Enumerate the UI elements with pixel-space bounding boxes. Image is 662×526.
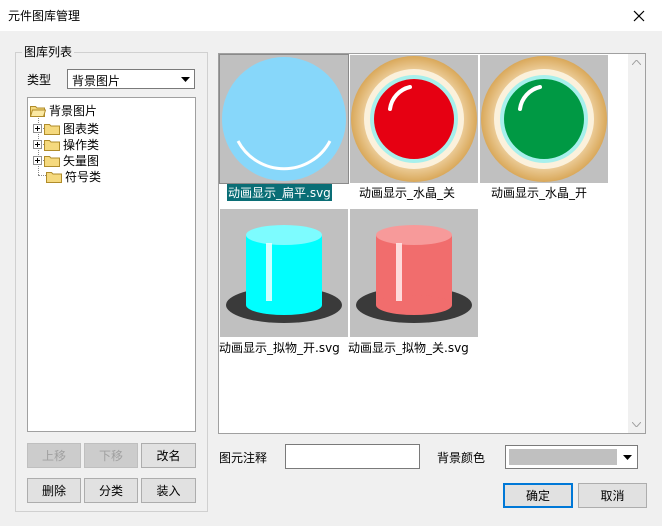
gallery-item-caption: 动画显示_拟物_关.svg	[348, 341, 469, 355]
tree-item-label: 符号类	[65, 169, 102, 184]
gallery-item-crystal-red[interactable]	[350, 55, 478, 183]
gallery-item-caption: 动画显示_扁平.svg	[227, 184, 332, 201]
categorize-button[interactable]: 分类	[84, 478, 138, 503]
expand-icon[interactable]	[33, 139, 42, 149]
gallery-item-crystal-green[interactable]	[480, 55, 608, 183]
bg-color-label: 背景颜色	[437, 451, 486, 465]
rename-button[interactable]: 改名	[141, 443, 196, 468]
gallery-scrollbar[interactable]	[628, 54, 645, 433]
scroll-up-icon[interactable]	[628, 54, 645, 71]
expand-icon[interactable]	[33, 155, 42, 165]
tree-item-label: 图表类	[63, 121, 100, 136]
tree-item-symbols[interactable]: 符号类	[46, 168, 101, 184]
bg-color-swatch	[509, 449, 617, 465]
gallery-item-caption: 动画显示_水晶_开	[491, 186, 588, 200]
folder-icon	[44, 155, 60, 167]
library-group-title: 图库列表	[22, 43, 75, 60]
gallery-item-caption: 动画显示_拟物_开.svg	[219, 341, 340, 355]
close-icon	[633, 10, 645, 21]
folder-icon	[44, 123, 60, 135]
delete-button[interactable]: 删除	[27, 478, 81, 503]
type-label: 类型	[27, 73, 52, 87]
cylinder-cyan-light-icon	[220, 209, 348, 337]
note-input[interactable]	[285, 444, 420, 469]
move-up-button[interactable]: 上移	[27, 443, 81, 468]
tree-item-root[interactable]: 背景图片	[30, 102, 97, 118]
crystal-red-indicator-icon	[350, 55, 478, 183]
title-bar: 元件图库管理	[0, 0, 662, 31]
tree-item-label: 背景图片	[49, 103, 98, 118]
tree-item-operations[interactable]: 操作类	[33, 136, 99, 152]
close-button[interactable]	[616, 0, 662, 31]
tree-item-label: 矢量图	[63, 153, 100, 168]
load-button[interactable]: 装入	[141, 478, 196, 503]
cylinder-red-light-icon	[350, 209, 478, 337]
folder-open-icon	[30, 105, 46, 117]
gallery-item-cylinder-red[interactable]	[350, 209, 478, 337]
flat-light-blue-indicator-icon	[220, 55, 348, 183]
tree-item-charts[interactable]: 图表类	[33, 120, 99, 136]
symbol-gallery[interactable]: 动画显示_扁平.svg 动画显示_水晶_关 动画显示_水晶_开 动画显示_拟物_…	[218, 53, 646, 434]
move-down-button[interactable]: 下移	[84, 443, 138, 468]
window-title: 元件图库管理	[8, 9, 81, 23]
ok-button[interactable]: 确定	[503, 483, 573, 508]
type-select-value: 背景图片	[72, 74, 121, 88]
chevron-down-icon[interactable]	[177, 70, 194, 88]
folder-icon	[46, 171, 62, 183]
cancel-button[interactable]: 取消	[578, 483, 647, 508]
note-label: 图元注释	[219, 451, 268, 465]
crystal-green-indicator-icon	[480, 55, 608, 183]
scroll-down-icon[interactable]	[628, 416, 645, 433]
gallery-item-caption: 动画显示_水晶_关	[359, 186, 456, 200]
folder-icon	[44, 139, 60, 151]
library-tree[interactable]: 背景图片 图表类 操作类 矢量图 符号类	[27, 97, 196, 432]
chevron-down-icon[interactable]	[619, 447, 636, 467]
gallery-item-cylinder-cyan[interactable]	[220, 209, 348, 337]
expand-icon[interactable]	[33, 123, 42, 133]
bg-color-select[interactable]	[505, 445, 638, 469]
tree-item-label: 操作类	[63, 137, 100, 152]
gallery-item-flat[interactable]	[219, 54, 349, 184]
tree-item-vector[interactable]: 矢量图	[33, 152, 99, 168]
type-select[interactable]: 背景图片	[67, 69, 195, 89]
